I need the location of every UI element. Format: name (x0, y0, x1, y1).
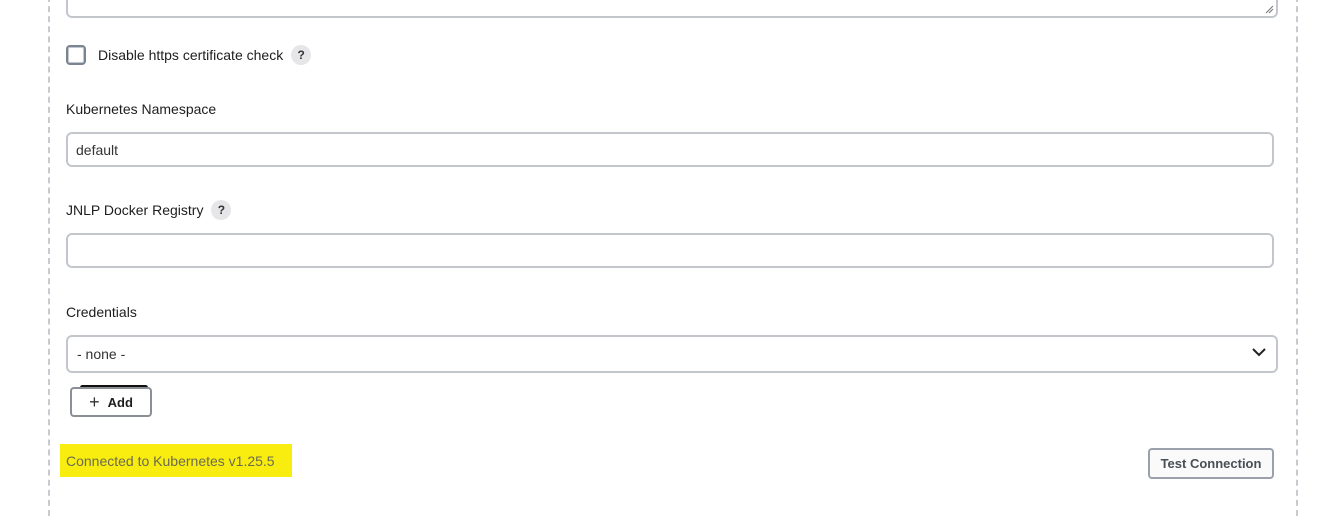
question-icon[interactable]: ? (291, 45, 312, 65)
credentials-select[interactable]: - none - (66, 335, 1278, 373)
disable-https-label: Disable https certificate check (98, 47, 284, 63)
resize-grip-icon[interactable] (1264, 4, 1274, 14)
chevron-down-icon (1252, 348, 1266, 357)
test-connection-button[interactable]: Test Connection (1148, 448, 1274, 479)
credentials-label-text: Credentials (66, 304, 137, 320)
credentials-label: Credentials (66, 304, 137, 320)
connection-status-text: Connected to Kubernetes v1.25.5 (66, 452, 275, 469)
disable-https-row: Disable https certificate check ? (66, 45, 312, 65)
question-icon[interactable]: ? (211, 200, 232, 220)
credentials-selected-value: - none - (77, 346, 126, 362)
add-button-label: Add (107, 394, 133, 410)
jnlp-registry-label: JNLP Docker Registry ? (66, 200, 232, 220)
jnlp-registry-input[interactable] (66, 233, 1274, 268)
namespace-label: Kubernetes Namespace (66, 101, 216, 117)
add-credentials-button[interactable]: + Add (70, 387, 152, 417)
test-connection-label: Test Connection (1160, 456, 1262, 471)
jnlp-registry-label-text: JNLP Docker Registry (66, 202, 204, 218)
connection-status: Connected to Kubernetes v1.25.5 (60, 444, 292, 477)
namespace-input[interactable] (66, 132, 1274, 167)
disable-https-checkbox[interactable] (66, 45, 86, 65)
namespace-label-text: Kubernetes Namespace (66, 101, 217, 117)
textarea-field[interactable] (66, 0, 1278, 18)
plus-icon: + (89, 392, 100, 412)
